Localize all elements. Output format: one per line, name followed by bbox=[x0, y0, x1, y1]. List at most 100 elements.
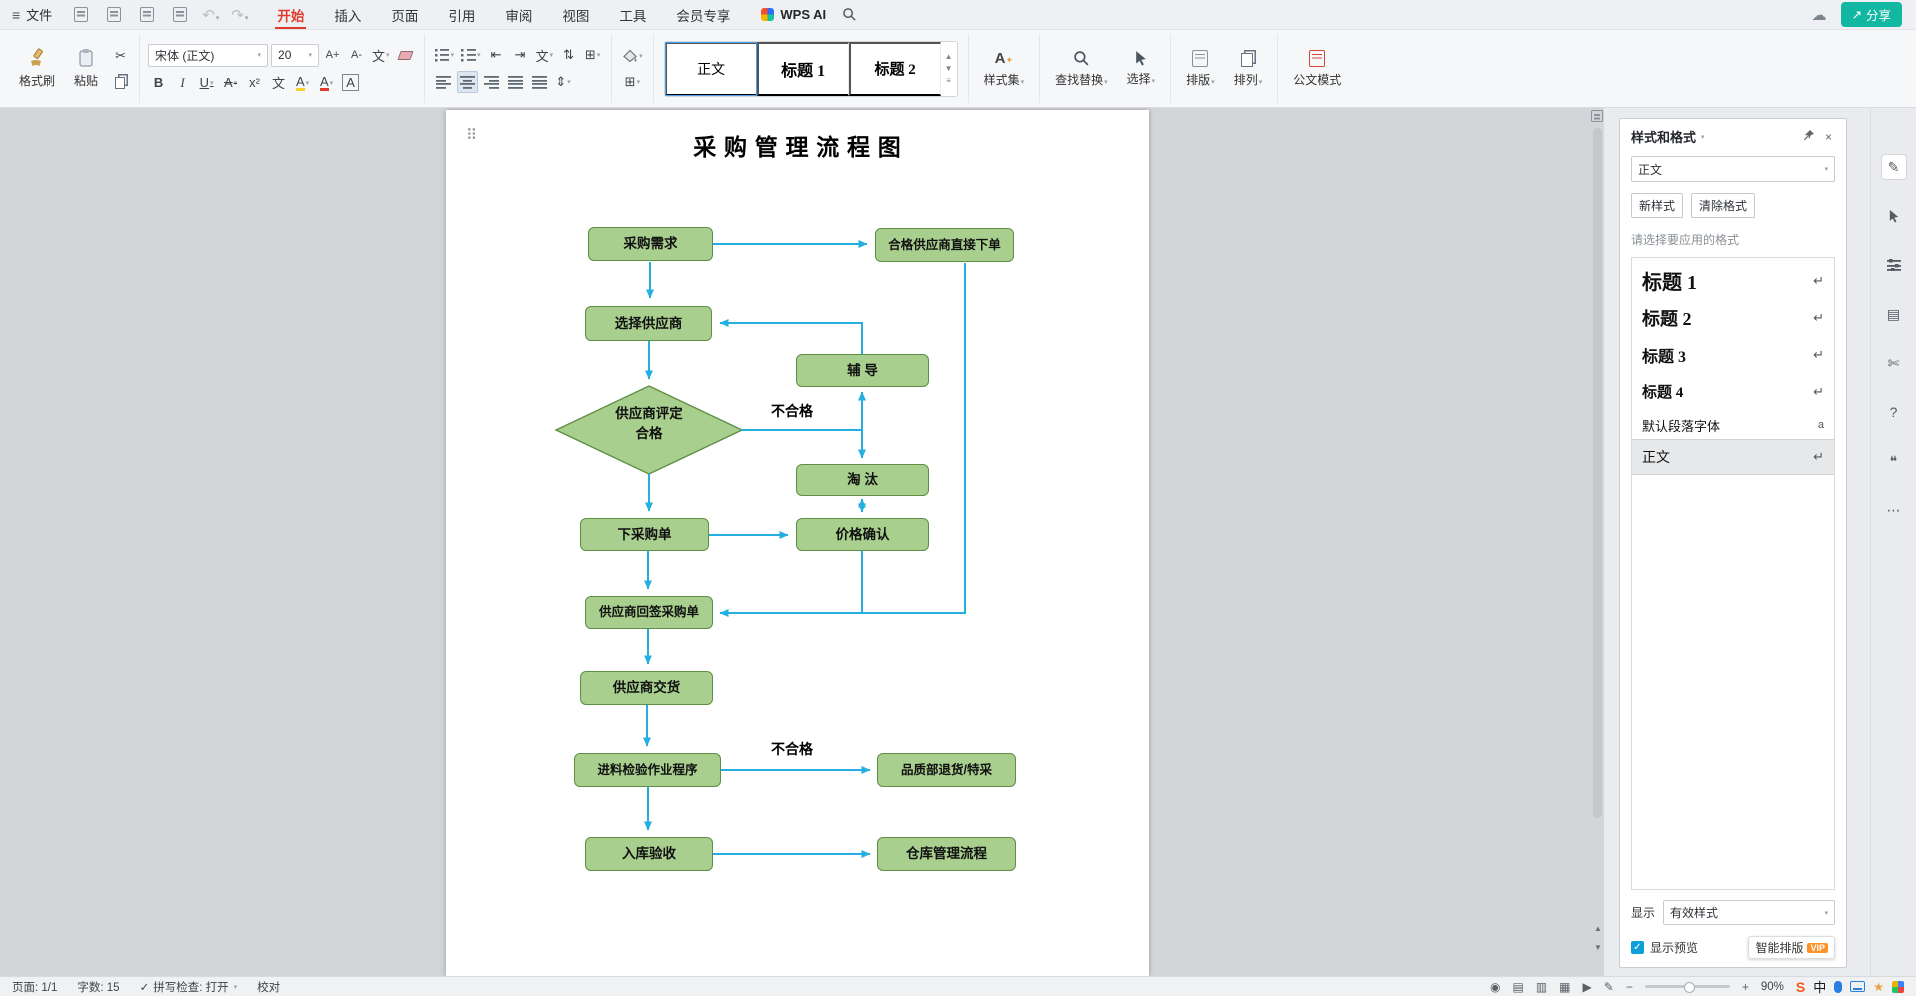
flow-node-eliminate[interactable]: 淘 汰 bbox=[796, 464, 929, 496]
flow-node-place-order[interactable]: 下采购单 bbox=[580, 518, 709, 551]
justify-button[interactable] bbox=[505, 71, 526, 93]
annotate-button[interactable]: ✎ bbox=[1604, 980, 1614, 994]
edge-label-unqualified-2[interactable]: 不合格 bbox=[762, 739, 822, 759]
pinyin-guide-button[interactable]: 文 bbox=[268, 72, 289, 94]
share-button[interactable]: ↗ 分享 bbox=[1840, 2, 1902, 27]
gallery-style-heading1[interactable]: 标题 1 bbox=[756, 41, 849, 96]
help-button[interactable]: ? bbox=[1881, 399, 1907, 425]
select-button[interactable]: 选择▾ bbox=[1120, 48, 1163, 89]
feedback-button[interactable]: ❝ bbox=[1881, 448, 1907, 474]
style-item-heading1[interactable]: 标题 1 ↵ bbox=[1632, 262, 1834, 299]
document-page[interactable]: ⠿ 采 购 管 理 流 程 图 采购需求 合格供应商直接下单 选择供应商 辅 导… bbox=[446, 110, 1149, 977]
microphone-icon[interactable] bbox=[1834, 980, 1843, 993]
gallery-style-body[interactable]: 正文 bbox=[664, 41, 757, 96]
clear-format-button[interactable] bbox=[395, 44, 416, 66]
rewards-icon[interactable]: ★ bbox=[1873, 980, 1884, 994]
proofread-button[interactable]: 校对 bbox=[257, 979, 280, 995]
protect-eye-button[interactable]: ◉ bbox=[1490, 980, 1500, 994]
smart-layout-button[interactable]: 智能排版 VIP bbox=[1748, 936, 1835, 959]
flow-node-price-confirm[interactable]: 价格确认 bbox=[796, 518, 929, 551]
web-view-button[interactable]: ▦ bbox=[1559, 980, 1570, 994]
flow-node-quality-return[interactable]: 品质部退货/特采 bbox=[877, 753, 1016, 787]
italic-button[interactable]: I bbox=[172, 72, 193, 94]
layout-button[interactable]: 排版▾ bbox=[1179, 48, 1222, 90]
close-panel-button[interactable]: × bbox=[1822, 130, 1835, 144]
ruler-toggle-icon[interactable] bbox=[1591, 110, 1603, 122]
flow-node-decision-label[interactable]: 供应商评定 合格 bbox=[586, 404, 712, 445]
tab-tools[interactable]: 工具 bbox=[604, 0, 661, 29]
undo-button[interactable]: ↶▾ bbox=[202, 6, 219, 24]
align-right-button[interactable] bbox=[481, 71, 502, 93]
select-tool-button[interactable] bbox=[1881, 203, 1907, 229]
edit-mode-button[interactable]: ✎ bbox=[1880, 154, 1907, 180]
tab-review[interactable]: 审阅 bbox=[490, 0, 547, 29]
redo-button[interactable]: ↷▾ bbox=[231, 6, 248, 24]
zoom-value[interactable]: 90% bbox=[1761, 981, 1784, 993]
zoom-out-button[interactable]: − bbox=[1626, 980, 1633, 994]
font-size-dropdown[interactable]: 20 ▾ bbox=[271, 43, 320, 67]
copy-button[interactable] bbox=[110, 71, 131, 93]
clear-format-button-panel[interactable]: 清除格式 bbox=[1691, 193, 1756, 218]
align-center-button[interactable] bbox=[456, 71, 478, 93]
wps-ai-button[interactable]: WPS AI bbox=[761, 7, 826, 22]
play-presentation-button[interactable]: ▶ bbox=[1583, 980, 1592, 994]
new-style-button[interactable]: 新样式 bbox=[1631, 193, 1684, 218]
adjust-settings-button[interactable] bbox=[1881, 252, 1907, 278]
table-button[interactable]: ⊞ ▾ bbox=[582, 44, 603, 66]
more-tools-button[interactable]: ⋯ bbox=[1881, 497, 1907, 523]
style-item-heading2[interactable]: 标题 2 ↵ bbox=[1632, 299, 1834, 336]
spellcheck-status[interactable]: ✓ 拼写检查: 打开 ▾ bbox=[140, 979, 238, 995]
style-item-default-font[interactable]: 默认段落字体 a bbox=[1632, 410, 1834, 440]
arrange-button[interactable]: 排列▾ bbox=[1227, 48, 1270, 90]
zoom-in-button[interactable]: + bbox=[1742, 980, 1749, 994]
cut-button[interactable]: ✂ bbox=[110, 45, 131, 67]
tab-view[interactable]: 视图 bbox=[547, 0, 604, 29]
font-color-button[interactable]: A ▾ bbox=[316, 72, 337, 94]
cjk-layout-button[interactable]: 文 ▾ bbox=[534, 44, 556, 66]
paste-button[interactable]: 粘贴 bbox=[67, 46, 105, 91]
line-spacing-button[interactable]: ⇕ ▾ bbox=[553, 71, 574, 93]
cloud-upload-button[interactable]: ☁ bbox=[1812, 6, 1827, 24]
style-set-button[interactable]: A✦ 样式集▾ bbox=[977, 48, 1032, 90]
word-count[interactable]: 字数: 15 bbox=[77, 979, 119, 995]
highlight-color-button[interactable]: A ▾ bbox=[292, 72, 313, 94]
gallery-style-heading2[interactable]: 标题 2 bbox=[848, 41, 941, 96]
tab-insert[interactable]: 插入 bbox=[319, 0, 376, 29]
flow-node-coaching[interactable]: 辅 导 bbox=[796, 354, 929, 387]
flow-node-incoming-inspection[interactable]: 进料检验作业程序 bbox=[574, 753, 721, 787]
flow-node-qualified-supplier-order[interactable]: 合格供应商直接下单 bbox=[875, 228, 1014, 262]
flow-node-supplier-delivery[interactable]: 供应商交货 bbox=[580, 671, 713, 705]
clip-tool-button[interactable]: ✄ bbox=[1881, 350, 1907, 376]
save-button[interactable] bbox=[70, 4, 91, 26]
style-item-heading4[interactable]: 标题 4 ↵ bbox=[1632, 373, 1834, 410]
strikethrough-button[interactable]: A ▾ bbox=[220, 72, 241, 94]
flow-node-supplier-signback[interactable]: 供应商回签采购单 bbox=[585, 596, 713, 629]
edge-label-unqualified-1[interactable]: 不合格 bbox=[762, 401, 822, 421]
format-painter-button[interactable]: 格式刷 bbox=[12, 46, 62, 91]
tab-member[interactable]: 会员专享 bbox=[661, 0, 745, 29]
read-mode-button[interactable]: ▤ bbox=[1881, 301, 1907, 327]
input-grid-icon[interactable] bbox=[1892, 980, 1904, 993]
borders-button[interactable]: ⊞ ▾ bbox=[620, 71, 645, 93]
gallery-scroll-down-button[interactable]: ▼ bbox=[945, 64, 953, 73]
preview-button[interactable] bbox=[169, 4, 190, 26]
page-indicator[interactable]: 页面: 1/1 bbox=[12, 979, 57, 995]
align-left-button[interactable] bbox=[433, 71, 454, 93]
show-preview-checkbox[interactable]: ✓ bbox=[1631, 941, 1644, 954]
increase-font-button[interactable]: A+ bbox=[322, 44, 343, 66]
flow-node-warehouse-process[interactable]: 仓库管理流程 bbox=[877, 837, 1016, 871]
increase-indent-button[interactable]: ⇥ bbox=[510, 44, 531, 66]
gallery-more-button[interactable]: ≡ bbox=[946, 76, 951, 85]
bold-button[interactable]: B bbox=[148, 72, 169, 94]
flow-node-select-supplier[interactable]: 选择供应商 bbox=[585, 306, 712, 341]
flow-node-purchase-demand[interactable]: 采购需求 bbox=[588, 227, 713, 261]
zoom-slider[interactable] bbox=[1644, 981, 1730, 993]
sogou-input-icon[interactable]: S bbox=[1796, 979, 1805, 995]
export-button[interactable] bbox=[103, 4, 124, 26]
bullet-list-button[interactable]: ▾ bbox=[433, 44, 457, 66]
decrease-indent-button[interactable]: ⇤ bbox=[486, 44, 507, 66]
vertical-scrollbar[interactable] bbox=[1593, 128, 1602, 818]
ime-mode-indicator[interactable]: 中 bbox=[1813, 977, 1826, 996]
next-page-button[interactable]: ▼ bbox=[1594, 943, 1602, 952]
numbered-list-button[interactable]: ▾ bbox=[459, 44, 483, 66]
